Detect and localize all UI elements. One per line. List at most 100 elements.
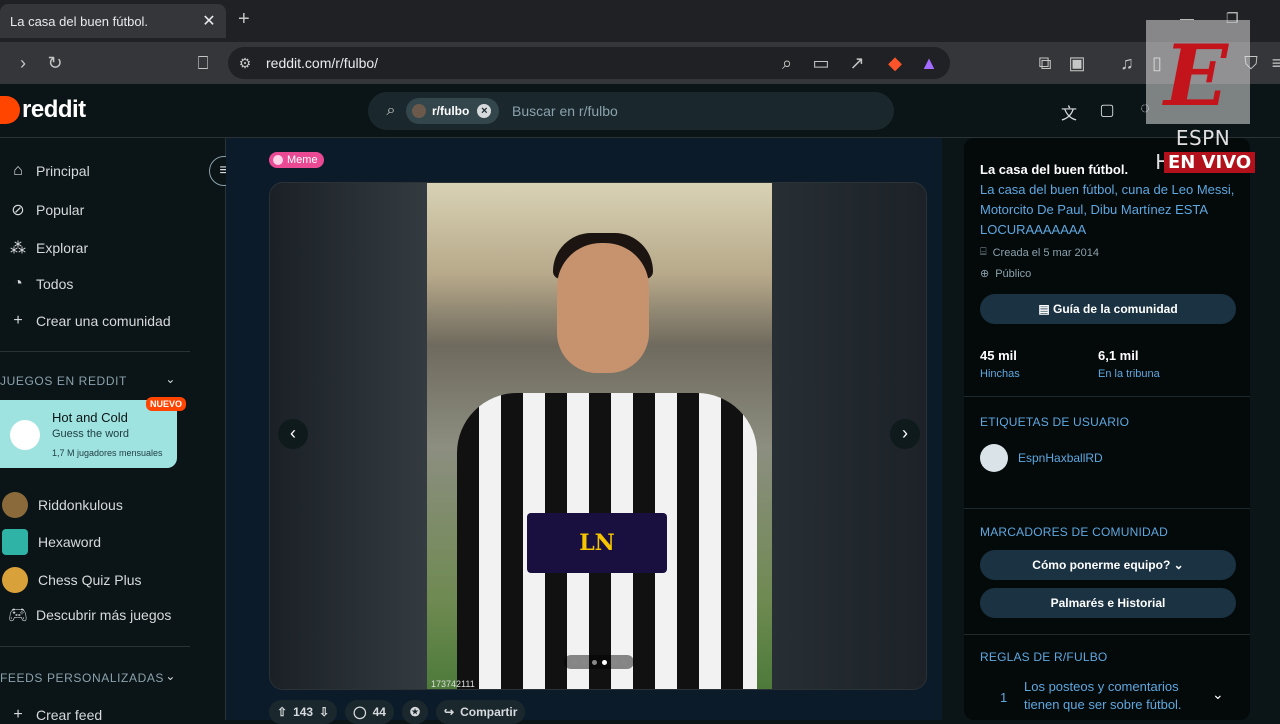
vote-buttons: ⇧ 143 ⇩ [269, 700, 338, 724]
gallery-dot-active[interactable] [601, 659, 607, 665]
gallery-dot[interactable] [621, 659, 627, 665]
reddit-wordmark: reddit [22, 96, 86, 123]
extensions-icon[interactable]: ⧉ [1034, 52, 1056, 74]
sidebar-game-hexaword[interactable]: Hexaword [0, 529, 101, 555]
game-label: Chess Quiz Plus [38, 572, 142, 588]
gallery-dot[interactable] [571, 659, 577, 665]
brave-shield-icon[interactable]: ◆ [884, 52, 906, 74]
riddonkulous-icon [2, 492, 28, 518]
comment-icon: ◯ [353, 705, 367, 719]
media-icon[interactable]: ♫ [1116, 52, 1138, 74]
bookmark-team-button[interactable]: Cómo ponerme equipo? ⌄ [980, 550, 1236, 580]
new-tab-button[interactable]: + [238, 8, 250, 31]
url-text[interactable]: reddit.com/r/fulbo/ [266, 55, 378, 71]
vote-count: 143 [293, 705, 314, 719]
post-flair[interactable]: Meme [269, 152, 324, 168]
feeds-section-heading[interactable]: FEEDS PERSONALIZADAS ⌄ [0, 669, 190, 685]
chevron-down-icon[interactable]: ⌄ [165, 669, 176, 683]
sidebar-game-riddonkulous[interactable]: Riddonkulous [0, 492, 123, 518]
upvote-icon[interactable]: ⇧ [277, 705, 287, 719]
address-bar[interactable]: ⚙ reddit.com/r/fulbo/ ⌕ ▭ ↗ ◆ ▲ [228, 47, 950, 79]
chevron-down-icon[interactable]: ⌄ [1212, 686, 1224, 703]
sponsor-logo: LN [527, 513, 667, 573]
sidebar-item-principal[interactable]: ⌂ Principal [0, 162, 90, 180]
gallery-prev-button[interactable]: ‹ [278, 419, 308, 449]
brave-rewards-icon[interactable]: ▲ [918, 52, 940, 74]
game-label: Hexaword [38, 534, 102, 550]
sidebar-item-label: Todos [36, 276, 74, 292]
sidebar-item-todos[interactable]: ◔ Todos [0, 275, 73, 293]
award-button[interactable]: ✪ [401, 700, 429, 724]
games-heading-text: JUEGOS EN REDDIT [0, 374, 127, 388]
forward-icon[interactable]: › [12, 52, 34, 74]
bookmark-history-button[interactable]: Palmarés e Historial [980, 588, 1236, 618]
search-input[interactable]: Buscar en r/fulbo [512, 103, 618, 119]
games-section-heading[interactable]: JUEGOS EN REDDIT ⌄ [0, 372, 190, 388]
post-image[interactable]: LN 173742111 [427, 183, 772, 689]
hot-and-cold-icon [10, 420, 40, 450]
sidebar-create-feed[interactable]: + Crear feed [0, 706, 102, 724]
site-info-icon[interactable]: ⚙ [234, 52, 256, 74]
gallery-next-button[interactable]: › [890, 419, 920, 449]
members-count: 45 mil [980, 348, 1017, 363]
sidebar-divider [0, 351, 190, 352]
community-visibility: ⊕ Público [980, 267, 1032, 281]
bookmark-icon[interactable]: ⎕ [192, 52, 214, 74]
user-flair-name: EspnHaxballRD [1018, 451, 1103, 465]
comments-button[interactable]: ◯ 44 [345, 700, 394, 724]
share-label: Compartir [460, 705, 518, 719]
user-flair[interactable]: EspnHaxballRD [980, 444, 1103, 472]
rule-text[interactable]: Los posteos y comentarios tienen que ser… [1024, 678, 1204, 714]
gallery-dot[interactable] [611, 659, 617, 665]
share-button[interactable]: ↪ Compartir [436, 700, 526, 724]
menu-icon[interactable]: ≡ [1266, 52, 1280, 74]
community-description: La casa del buen fútbol, cuna de Leo Mes… [980, 182, 1235, 237]
game-players: 1,7 M jugadores mensuales [52, 448, 163, 458]
online-label: En la tribuna [1098, 368, 1160, 380]
downvote-icon[interactable]: ⇩ [319, 705, 329, 719]
sidebar-item-label: Popular [36, 202, 85, 218]
search-scope-label: r/fulbo [432, 104, 470, 118]
sidebar-item-create-community[interactable]: + Crear una comunidad [0, 312, 171, 330]
stream-overlay: E ESPN HAXBALL EN VIVO [1140, 20, 1266, 180]
popular-icon: ⊘ [11, 202, 25, 219]
face-graphic [557, 243, 649, 373]
community-created: ⌸ Creada el 5 mar 2014 [980, 246, 1099, 259]
sidebar-discover-games[interactable]: 🎮︎ Descubrir más juegos [0, 605, 172, 625]
browser-tab[interactable]: La casa del buen fútbol. ✕ [0, 4, 226, 38]
sidebar-divider [964, 508, 1250, 509]
overlay-logo-letter: E [1164, 26, 1229, 125]
chevron-down-icon[interactable]: ⌄ [165, 372, 176, 386]
post-gallery[interactable]: LN 173742111 ‹ › [269, 182, 927, 690]
reload-icon[interactable]: ↻ [44, 52, 66, 74]
clear-scope-icon[interactable]: × [477, 104, 492, 118]
sidebar-item-explorar[interactable]: ⁂ Explorar [0, 238, 88, 258]
gamepad-icon: 🎮︎ [7, 607, 29, 624]
sidebar-game-chess-quiz[interactable]: Chess Quiz Plus [0, 567, 141, 593]
translate-icon[interactable]: 文 [1058, 100, 1080, 124]
sidebar-item-popular[interactable]: ⊘ Popular [0, 200, 84, 220]
tab-search-icon[interactable]: ▣ [1066, 52, 1088, 74]
new-badge: NUEVO [146, 397, 187, 411]
overlay-live-badge: EN VIVO [1164, 152, 1256, 173]
created-text: Creada el 5 mar 2014 [992, 246, 1100, 259]
cast-icon[interactable]: ▭ [810, 52, 832, 74]
share-icon[interactable]: ↗ [846, 52, 868, 74]
community-guide-button[interactable]: ▤ Guía de la comunidad [980, 294, 1236, 324]
search-scope-chip[interactable]: r/fulbo × [406, 98, 500, 124]
gallery-dot[interactable] [581, 659, 587, 665]
advertise-icon[interactable]: ▢ [1096, 100, 1118, 120]
visibility-text: Público [995, 267, 1032, 280]
zoom-icon[interactable]: ⌕ [776, 52, 798, 74]
sidebar-item-label: Crear una comunidad [36, 313, 171, 329]
rules-heading: REGLAS DE R/FULBO [980, 650, 1108, 664]
globe-icon: ⊕ [980, 268, 990, 280]
all-icon: ◔ [13, 275, 23, 292]
tab-close-icon[interactable]: ✕ [198, 11, 220, 31]
feeds-heading-text: FEEDS PERSONALIZADAS [0, 671, 165, 685]
search-bar[interactable]: ⌕ r/fulbo × Buscar en r/fulbo [368, 92, 894, 130]
bookmark-label: Palmarés e Historial [1050, 596, 1166, 610]
gallery-dot[interactable] [591, 659, 597, 665]
reddit-logo[interactable]: reddit [0, 96, 86, 124]
photo-id: 173742111 [431, 679, 475, 689]
